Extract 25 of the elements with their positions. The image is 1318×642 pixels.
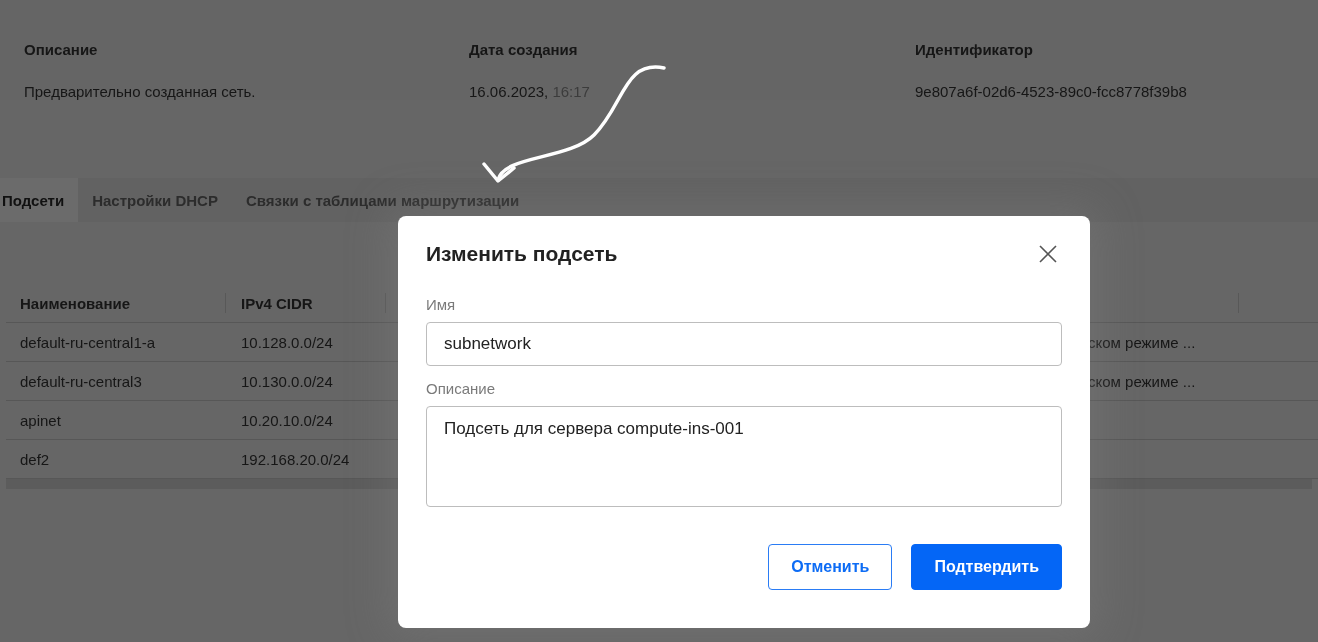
- detail-label: Дата создания: [469, 41, 579, 60]
- cancel-button[interactable]: Отменить: [768, 544, 893, 590]
- field-label: Описание: [426, 380, 497, 397]
- description-field[interactable]: Подсеть для сервера compute-ins-001: [426, 406, 1062, 507]
- detail-label: Описание: [24, 41, 99, 60]
- table-cell: default-ru-central3: [20, 372, 142, 390]
- close-icon[interactable]: [1039, 245, 1057, 263]
- confirm-button[interactable]: Подтвердить: [911, 544, 1062, 590]
- table-cell: apinet: [20, 411, 61, 429]
- table-cell: 10.130.0.0/24: [241, 372, 333, 390]
- name-field[interactable]: subnetwork: [426, 322, 1062, 366]
- tab[interactable]: Подсети: [0, 178, 79, 222]
- detail-value: Предварительно созданная сеть.: [24, 83, 256, 100]
- table-cell: 10.128.0.0/24: [241, 333, 333, 351]
- table-cell: def2: [20, 450, 50, 468]
- detail-label: Идентификатор: [915, 41, 1034, 60]
- column-header: Наименование: [6, 293, 226, 313]
- detail-value: 16.06.2023,: [469, 83, 549, 100]
- column-header: IPv4 CIDR: [226, 293, 386, 313]
- table-cell: 10.20.10.0/24: [241, 411, 333, 429]
- detail-value: 9e807a6f-02d6-4523-89c0-fcc8778f39b8: [915, 83, 1187, 100]
- field-label: Имя: [426, 296, 457, 313]
- dialog-title: Изменить подсеть: [426, 242, 618, 266]
- table-cell: default-ru-central1-a: [20, 333, 156, 351]
- table-cell: 192.168.20.0/24: [241, 450, 350, 468]
